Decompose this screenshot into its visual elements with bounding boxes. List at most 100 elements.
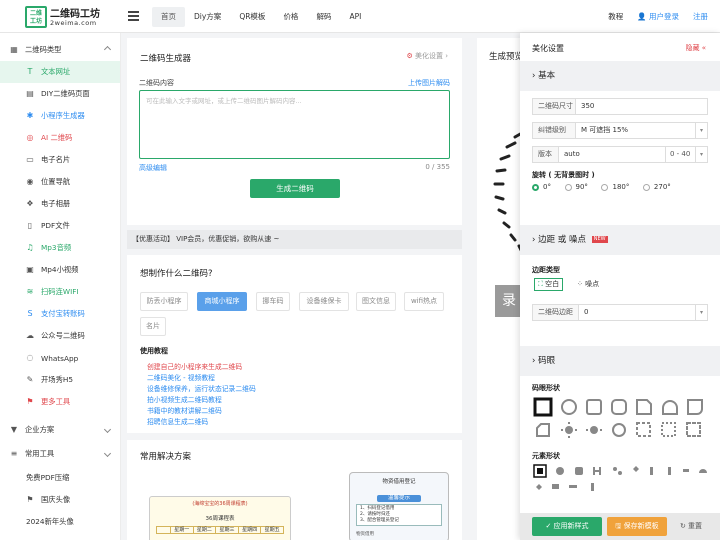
login-link[interactable]: 👤 用户登录 <box>637 11 679 22</box>
advanced-edit-link[interactable]: 高级编辑 <box>139 163 167 173</box>
save-template-button[interactable]: 🖫 保存新模板 <box>607 517 667 536</box>
h5-icon: ✎ <box>26 375 34 384</box>
rotate-180-radio[interactable]: 180° <box>601 183 629 191</box>
tutorial-link[interactable]: 教程 <box>608 11 623 22</box>
sidebar-item-6[interactable]: ◉ 位置导航 <box>0 171 120 193</box>
tutorial-link-2[interactable]: 二维码美化 - 视频教程 <box>147 372 215 382</box>
sidebar-item-8[interactable]: ▯ PDF文件 <box>0 215 120 237</box>
sidebar-item-13[interactable]: ☁ 公众号二维码 <box>0 325 120 347</box>
tutorial-link-4[interactable]: 拍小视频生成二维码教程 <box>147 394 222 404</box>
hide-panel-link[interactable]: 隐藏 « <box>685 43 706 53</box>
error-correction-select[interactable]: 纠错级别 M 可遮挡 15% ▾ <box>532 122 708 139</box>
beautify-label: 美化设置 › <box>414 52 448 60</box>
sidebar-item-20[interactable]: ⚑ 国庆头像 <box>0 489 120 511</box>
solution-thumb-schedule[interactable]: (海绵宝宝的36周课程表) 36周课程表 星期一 星期二 星期三 星期四 星期五 <box>149 496 291 540</box>
sidebar-item-1[interactable]: T 文本网址 <box>0 61 120 83</box>
sidebar-item-4[interactable]: ◎ AI 二维码 <box>0 127 120 149</box>
nav-home[interactable]: 首页 <box>152 7 185 27</box>
tools-icon: ≡ <box>10 449 18 458</box>
nav-price[interactable]: 价格 <box>274 7 307 27</box>
sidebar-item-label: 常用工具 <box>25 449 55 458</box>
sidebar-item-18[interactable]: ≡ 常用工具 <box>0 443 120 465</box>
eye-shape-options[interactable] <box>533 396 709 442</box>
sidebar-item-3[interactable]: ✱ 小程序生成器 <box>0 105 120 127</box>
tag-anti-lost[interactable]: 防丢小程序 <box>140 292 188 311</box>
tutorial-link-6[interactable]: 招聘信息生成二维码 <box>147 416 208 426</box>
location-icon: ◉ <box>26 177 34 186</box>
tutorial-link-3[interactable]: 设备维修保养，运行状态记录二维码 <box>147 383 256 393</box>
ec-value[interactable]: M 可遮挡 15% <box>576 123 695 138</box>
sidebar-item-label: PDF文件 <box>41 221 70 230</box>
reset-label: 重置 <box>688 522 703 530</box>
apply-style-button[interactable]: ✓ 应用新样式 <box>532 517 602 536</box>
margin-blank-option[interactable]: ⛶ 空白 <box>534 278 564 291</box>
rotate-90-radio[interactable]: 90° <box>564 183 588 191</box>
tag-move-car[interactable]: 挪车码 <box>256 292 290 311</box>
margin-blank-label: 空白 <box>545 280 560 288</box>
element-shape-options[interactable] <box>533 463 709 497</box>
sidebar-item-7[interactable]: ❖ 电子相册 <box>0 193 120 215</box>
eye-shape-target-icon <box>590 426 598 434</box>
sidebar-item-5[interactable]: ▭ 电子名片 <box>0 149 120 171</box>
wifi-icon: ≋ <box>26 287 34 296</box>
sidebar-item-21[interactable]: 2024新年头像 <box>0 511 120 533</box>
version-select[interactable]: 版本 auto 0 - 40 ▾ <box>532 146 708 163</box>
save-label: 保存新模板 <box>623 522 659 530</box>
rotate-270-radio[interactable]: 270° <box>642 183 671 191</box>
album-icon: ❖ <box>26 199 34 208</box>
miniapp-icon: ✱ <box>26 111 34 120</box>
menu-icon[interactable] <box>128 11 139 21</box>
element-half-icon <box>699 469 707 473</box>
version-value[interactable]: auto <box>559 147 665 162</box>
margin-select[interactable]: 二维码边距 0 ▾ <box>532 304 708 321</box>
tag-device-card[interactable]: 设备维保卡 <box>299 292 349 311</box>
sidebar-item-10[interactable]: ▣ Mp4小视频 <box>0 259 120 281</box>
margin-noise-option[interactable]: ⁘ 噪点 <box>577 279 599 290</box>
nav-diy[interactable]: Diy方案 <box>185 7 230 27</box>
logo[interactable]: 二维 工坊 二维码工坊 2weima.com <box>25 5 100 29</box>
beautify-link[interactable]: ⚙ 美化设置 › <box>406 51 448 61</box>
margin-value[interactable]: 0 <box>579 305 695 320</box>
nav-qr-templates[interactable]: QR模板 <box>230 7 274 27</box>
rotate-0-radio[interactable]: 0° <box>532 183 551 191</box>
register-link[interactable]: 注册 <box>693 11 708 22</box>
content-textarea[interactable]: 可在此输入文字或网址，或上传二维码图片解码内容... <box>139 90 450 159</box>
sidebar-item-9[interactable]: ♫ Mp3音频 <box>0 237 120 259</box>
nav-api[interactable]: API <box>340 7 370 27</box>
chevron-down-icon: ▾ <box>695 147 707 162</box>
upload-decode-link[interactable]: 上传图片解码 <box>408 78 450 88</box>
sidebar-item-label: 开场秀H5 <box>41 375 74 384</box>
nav-decode[interactable]: 解码 <box>307 7 340 27</box>
sidebar-item-11[interactable]: ≋ 扫码连WIFI <box>0 281 120 303</box>
basic-section-header[interactable]: › 基本 <box>520 61 720 91</box>
thumb1-subtitle: 36周课程表 <box>205 516 235 522</box>
dots-icon: ⁘ <box>577 280 586 288</box>
sidebar-item-17[interactable]: ▼ 企业方案 <box>0 419 120 441</box>
sidebar-item-15[interactable]: ✎ 开场秀H5 <box>0 369 120 391</box>
solution-thumb-borrow[interactable]: 物资借用登记 温馨提示 1、扫码登记借用 2、请按时归还 3、配合管理员登记 物… <box>349 472 449 540</box>
tag-card[interactable]: 名片 <box>140 317 166 336</box>
sidebar-item-2[interactable]: ▤ DIY二维码页面 <box>0 83 120 105</box>
eye-section-header[interactable]: › 码眼 <box>520 346 720 376</box>
sidebar-item-label: 扫码连WIFI <box>41 287 79 296</box>
margin-section-header[interactable]: › 边距 或 噪点 NEW <box>520 225 720 255</box>
sidebar-item-14[interactable]: ◌ WhatsApp <box>0 347 120 369</box>
sidebar-item-19[interactable]: 免费PDF压缩 <box>0 467 120 489</box>
tag-wifi[interactable]: wifi热点 <box>404 292 444 311</box>
tag-mall[interactable]: 商城小程序 <box>197 292 247 311</box>
generate-button[interactable]: 生成二维码 <box>250 179 340 198</box>
size-field[interactable]: 二维码尺寸 350 <box>532 98 708 115</box>
sidebar-item-0[interactable]: ▦ 二维码类型 <box>0 39 120 61</box>
reset-button[interactable]: ↻ 重置 <box>671 517 711 536</box>
element-block-icon <box>552 484 559 489</box>
sidebar-item-16[interactable]: ⚑ 更多工具 <box>0 391 120 413</box>
sidebar-item-12[interactable]: S 支付宝转账码 <box>0 303 120 325</box>
tutorial-link-5[interactable]: 书籍中的教材讲解二维码 <box>147 405 222 415</box>
tag-image-text[interactable]: 图文信息 <box>356 292 396 311</box>
size-value[interactable]: 350 <box>576 99 707 114</box>
eye-shape-leaf-icon <box>662 400 678 415</box>
thumb2-item-3: 3、配合管理员登记 <box>360 518 399 523</box>
promo-banner[interactable]: 【优惠活动】 VIP会员，优惠促销，欲购从速 ~ <box>127 230 462 249</box>
eye-shape-label: 码眼形状 <box>532 384 560 392</box>
tutorial-link-1[interactable]: 创建自己的小程序来生成二维码 <box>147 361 242 371</box>
